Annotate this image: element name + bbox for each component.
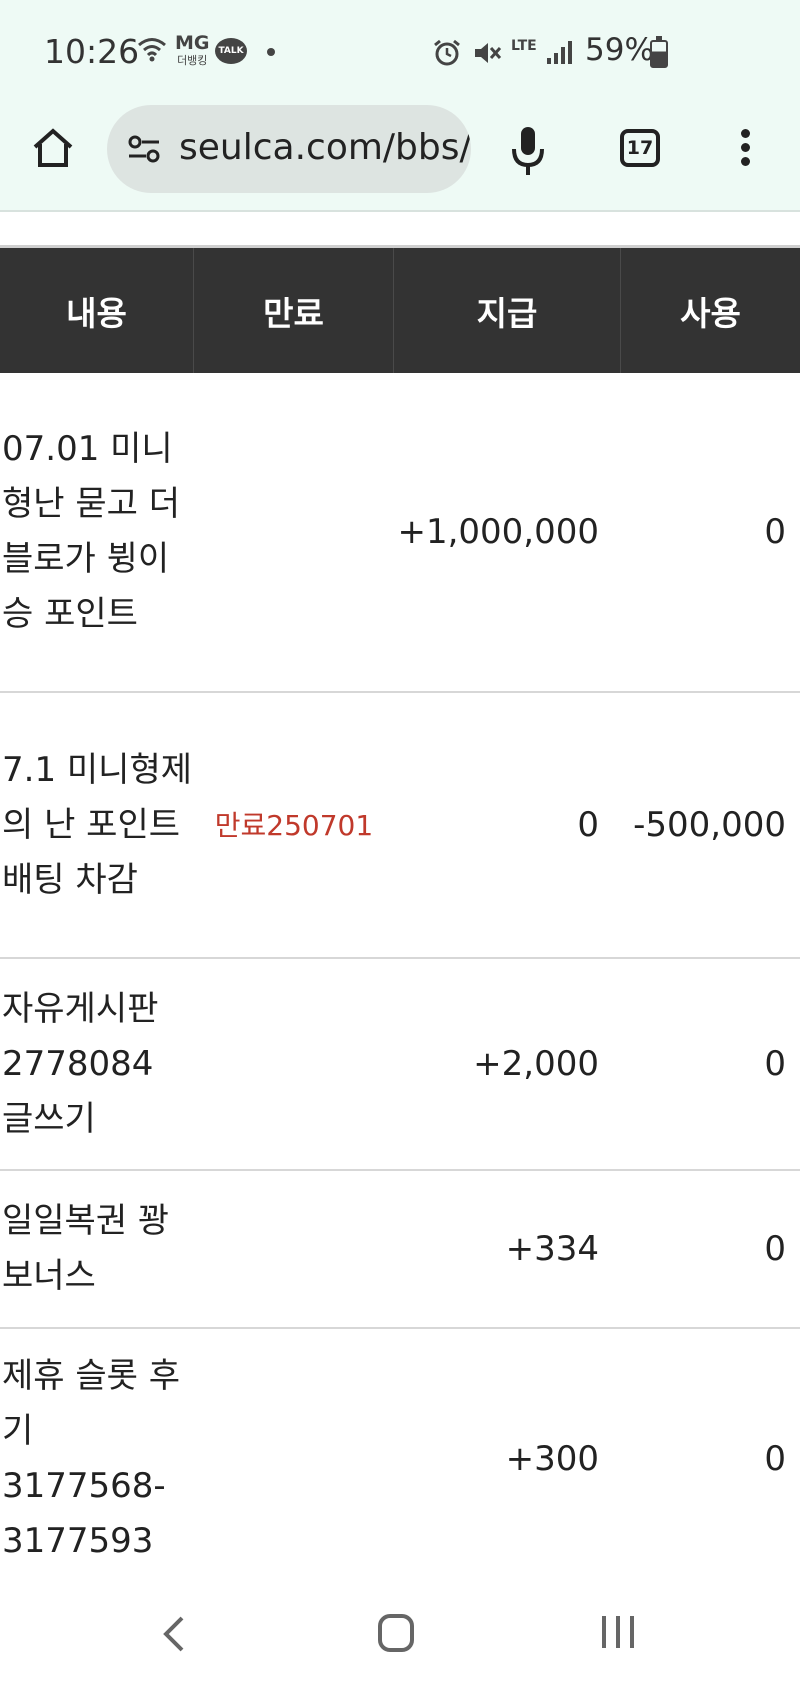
carrier-badge: MG 더뱅킹 <box>175 34 210 70</box>
row-give: +334 <box>505 1228 599 1269</box>
mute-icon <box>475 43 502 63</box>
signal-icon <box>547 41 572 64</box>
kakaotalk-icon: TALK <box>215 38 247 64</box>
row-content: 07.01 미니형난 묻고 더블로가 뷩이승 포인트 <box>2 429 181 634</box>
recent-apps-icon[interactable] <box>602 1616 634 1648</box>
row-use: -500,000 <box>633 804 786 845</box>
row-expire: 만료250701 <box>214 808 374 842</box>
browser-toolbar: seulca.com/bbs/ 17 <box>0 105 800 212</box>
row-use: 0 <box>764 1228 786 1269</box>
table-row: 제휴 슬롯 후기 3177568-3177593 +300 0 <box>0 1329 800 1589</box>
header-use: 사용 <box>680 293 741 333</box>
alarm-icon <box>434 39 460 66</box>
row-use: 0 <box>764 1043 786 1084</box>
row-give: +300 <box>505 1438 599 1479</box>
carrier-name: MG <box>175 32 210 54</box>
row-expire <box>194 1329 394 1589</box>
back-icon[interactable] <box>160 1614 186 1654</box>
battery-icon <box>650 36 668 68</box>
row-content: 자유게시판 2778084 글쓰기 <box>2 988 159 1139</box>
header-expire: 만료 <box>194 248 394 373</box>
row-give: 0 <box>577 804 599 845</box>
points-table: 내용 만료 지급 사용 07.01 미니형난 묻고 더블로가 뷩이승 포인트 +… <box>0 245 800 1589</box>
row-expire <box>194 959 394 1169</box>
network-type: LTE <box>511 38 537 54</box>
notification-dot-icon <box>267 48 275 56</box>
microphone-icon[interactable] <box>510 125 546 177</box>
table-row: 자유게시판 2778084 글쓰기 +2,000 0 <box>0 959 800 1171</box>
url-text[interactable]: seulca.com/bbs/ <box>179 127 471 168</box>
table-row: 07.01 미니형난 묻고 더블로가 뷩이승 포인트 +1,000,000 0 <box>0 373 800 693</box>
row-content: 제휴 슬롯 후기 3177568-3177593 <box>2 1356 181 1561</box>
system-nav-bar <box>0 1578 800 1689</box>
more-menu-icon[interactable] <box>738 129 752 175</box>
row-use: 0 <box>764 511 786 552</box>
table-header: 내용 만료 지급 사용 <box>0 245 800 373</box>
header-content: 내용 <box>0 248 194 373</box>
table-row: 일일복권 꽝 보너스 +334 0 <box>0 1171 800 1329</box>
row-content: 일일복권 꽝 보너스 <box>2 1201 170 1296</box>
row-use: 0 <box>764 1438 786 1479</box>
site-settings-icon[interactable] <box>127 135 161 163</box>
row-give: +2,000 <box>473 1043 599 1084</box>
table-row: 7.1 미니형제의 난 포인트 배팅 차감 만료250701 0 -500,00… <box>0 693 800 959</box>
header-give: 지급 <box>394 248 621 373</box>
row-give: +1,000,000 <box>397 511 599 552</box>
battery-percent: 59% <box>585 32 654 68</box>
nav-home-icon[interactable] <box>378 1614 414 1652</box>
row-expire <box>194 373 394 691</box>
row-content: 7.1 미니형제의 난 포인트 배팅 차감 <box>2 749 192 900</box>
carrier-sub: 더뱅킹 <box>177 54 208 67</box>
wifi-icon <box>138 38 166 62</box>
tab-switcher-button[interactable]: 17 <box>620 129 660 167</box>
status-time: 10:26 <box>44 32 140 71</box>
status-bar: 10:26 MG 더뱅킹 TALK LTE 59% <box>0 0 800 105</box>
address-bar[interactable]: seulca.com/bbs/ <box>107 105 471 193</box>
home-icon[interactable] <box>30 125 76 171</box>
row-expire <box>194 1171 394 1327</box>
